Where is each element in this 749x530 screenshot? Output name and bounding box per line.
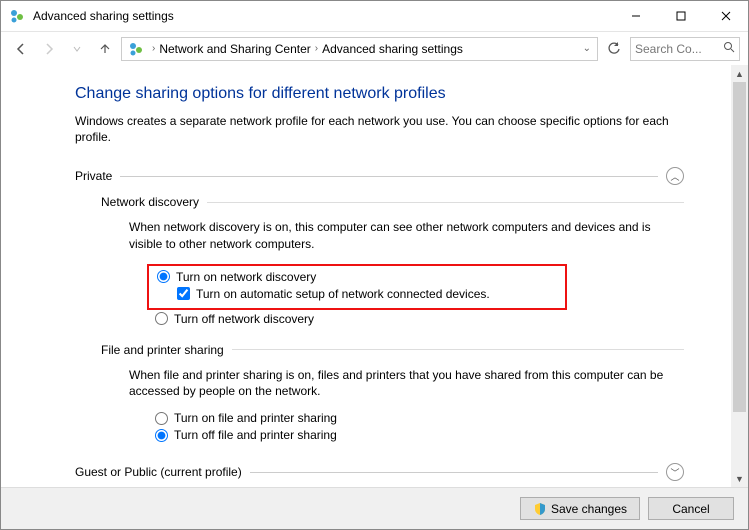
- vertical-scrollbar[interactable]: ▲ ▼: [731, 65, 748, 487]
- scroll-up-button[interactable]: ▲: [731, 65, 748, 82]
- network-discovery-heading: Network discovery: [101, 195, 684, 209]
- breadcrumb-dropdown[interactable]: ⌄: [583, 43, 595, 54]
- section-private-label: Private: [75, 169, 112, 183]
- breadcrumb-parent[interactable]: Network and Sharing Center: [159, 42, 310, 56]
- cancel-button[interactable]: Cancel: [648, 497, 734, 520]
- radio-input[interactable]: [155, 429, 168, 442]
- checkbox-input[interactable]: [177, 287, 190, 300]
- breadcrumb[interactable]: › Network and Sharing Center › Advanced …: [121, 37, 598, 61]
- scroll-thumb[interactable]: [733, 82, 746, 412]
- chevron-right-icon: ›: [152, 43, 155, 54]
- section-guest-label: Guest or Public (current profile): [75, 465, 242, 479]
- radio-nd-off[interactable]: Turn off network discovery: [155, 312, 684, 326]
- file-printer-heading: File and printer sharing: [101, 343, 684, 357]
- radio-input[interactable]: [155, 412, 168, 425]
- radio-input[interactable]: [155, 312, 168, 325]
- network-icon: [9, 8, 25, 24]
- search-icon: [723, 41, 735, 56]
- section-private-header[interactable]: Private ︿: [75, 167, 684, 185]
- scroll-track[interactable]: [731, 82, 748, 470]
- network-discovery-desc: When network discovery is on, this compu…: [129, 219, 684, 251]
- titlebar: Advanced sharing settings: [1, 1, 748, 31]
- page-intro: Windows creates a separate network profi…: [75, 113, 684, 145]
- chevron-up-icon[interactable]: ︿: [666, 167, 684, 185]
- chevron-down-icon[interactable]: ﹀: [666, 463, 684, 481]
- back-button[interactable]: [9, 37, 33, 61]
- checkbox-auto-setup[interactable]: Turn on automatic setup of network conne…: [177, 287, 559, 301]
- scroll-down-button[interactable]: ▼: [731, 470, 748, 487]
- navbar: › Network and Sharing Center › Advanced …: [1, 31, 748, 65]
- refresh-button[interactable]: [602, 37, 626, 61]
- forward-button[interactable]: [37, 37, 61, 61]
- up-button[interactable]: [93, 37, 117, 61]
- highlight-annotation: Turn on network discovery Turn on automa…: [147, 264, 567, 310]
- search-placeholder: Search Co...: [635, 42, 702, 56]
- recent-dropdown[interactable]: [65, 37, 89, 61]
- search-input[interactable]: Search Co...: [630, 37, 740, 61]
- page-heading: Change sharing options for different net…: [75, 85, 684, 103]
- section-guest-header[interactable]: Guest or Public (current profile) ﹀: [75, 463, 684, 481]
- chevron-right-icon: ›: [315, 43, 318, 54]
- network-icon: [128, 41, 144, 57]
- radio-nd-on[interactable]: Turn on network discovery: [157, 270, 559, 284]
- save-button[interactable]: Save changes: [520, 497, 640, 520]
- radio-fp-off[interactable]: Turn off file and printer sharing: [155, 428, 684, 442]
- content-area: Change sharing options for different net…: [1, 65, 748, 487]
- file-printer-desc: When file and printer sharing is on, fil…: [129, 367, 684, 399]
- maximize-button[interactable]: [658, 1, 703, 31]
- radio-input[interactable]: [157, 270, 170, 283]
- footer: Save changes Cancel: [1, 487, 748, 529]
- close-button[interactable]: [703, 1, 748, 31]
- minimize-button[interactable]: [613, 1, 658, 31]
- window-title: Advanced sharing settings: [33, 9, 613, 23]
- radio-fp-on[interactable]: Turn on file and printer sharing: [155, 411, 684, 425]
- breadcrumb-current[interactable]: Advanced sharing settings: [322, 42, 463, 56]
- shield-icon: [533, 502, 547, 516]
